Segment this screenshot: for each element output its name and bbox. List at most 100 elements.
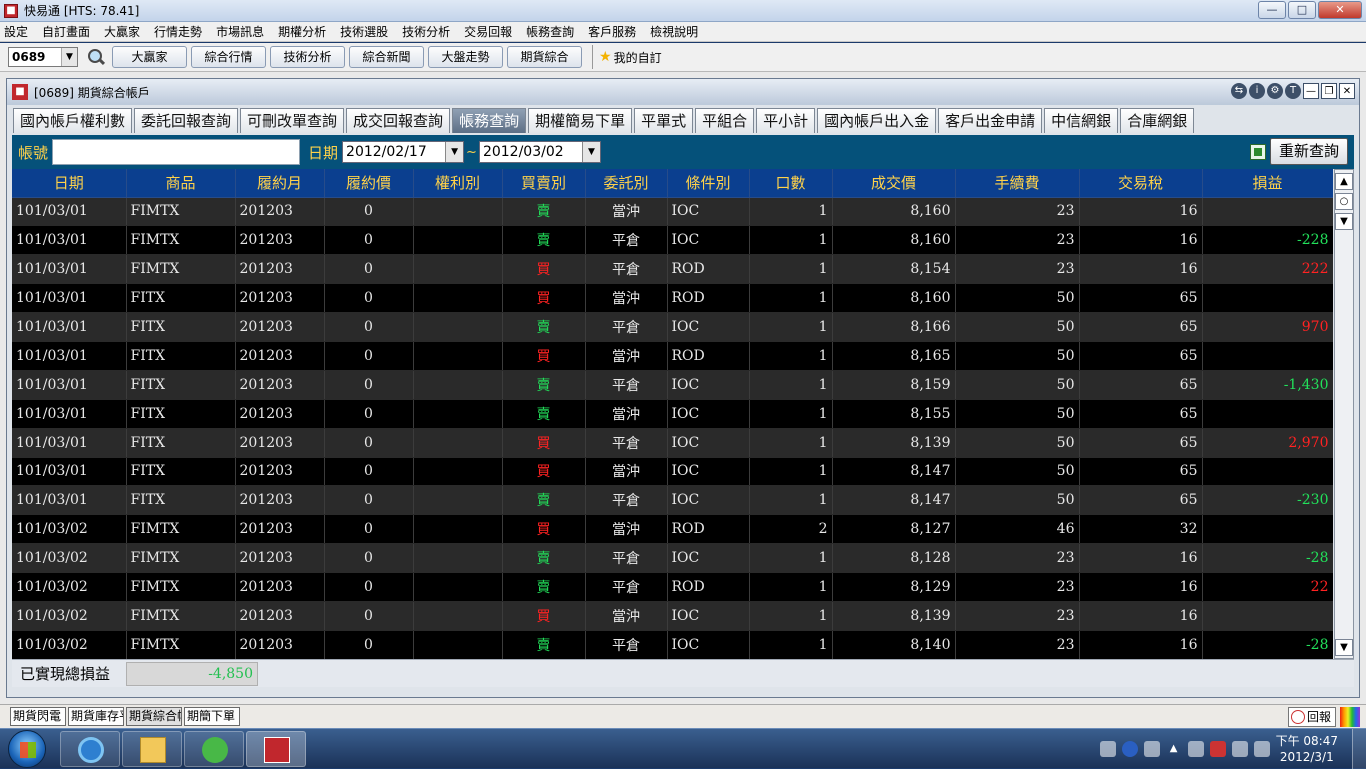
menu-item-5[interactable]: 期權分析 <box>278 23 326 40</box>
tab-6[interactable]: 平單式 <box>634 108 694 133</box>
taskbar-messenger[interactable] <box>184 731 244 767</box>
signal-icon[interactable] <box>1231 741 1248 757</box>
table-row[interactable]: 101/03/02 FIMTX 201203 0 賣平倉 ROD 1 8,129 23 16 22 <box>12 572 1333 602</box>
column-header-10[interactable]: 手續費 <box>955 169 1080 198</box>
toolbar-button-4[interactable]: 大盤走勢 <box>428 46 503 68</box>
tab-12[interactable]: 合庫網銀 <box>1120 108 1195 133</box>
tab-1[interactable]: 委託回報查詢 <box>134 108 239 133</box>
child-restore-icon[interactable]: ❐ <box>1321 83 1337 99</box>
topmost-icon[interactable]: T <box>1285 83 1301 99</box>
maximize-icon[interactable]: □ <box>1288 1 1316 19</box>
minimize-icon[interactable]: — <box>1258 1 1286 19</box>
volume-icon[interactable] <box>1253 741 1270 757</box>
table-row[interactable]: 101/03/01 FITX 201203 0 買當沖 IOC 1 8,147 50 65 <box>12 457 1333 487</box>
table-row[interactable]: 101/03/02 FIMTX 201203 0 買當沖 ROD 2 8,127 46 32 <box>12 514 1333 545</box>
tab-10[interactable]: 客戶出金申請 <box>938 108 1043 133</box>
column-header-12[interactable]: 損益 <box>1202 169 1333 198</box>
requery-button[interactable]: 重新查詢 <box>1270 138 1348 165</box>
favorites-button[interactable]: ★ 我的自訂 <box>599 49 662 66</box>
date-from-picker[interactable]: 2012/02/17 ▼ <box>342 141 465 163</box>
tab-5[interactable]: 期權簡易下單 <box>528 108 633 133</box>
taskbar-trading-app[interactable] <box>246 731 306 767</box>
column-header-3[interactable]: 履約價 <box>324 169 414 198</box>
settings-icon[interactable]: ⚙ <box>1267 83 1283 99</box>
chevron-down-icon[interactable]: ▼ <box>445 142 464 162</box>
menu-item-6[interactable]: 技術選股 <box>340 23 388 40</box>
column-header-2[interactable]: 履約月 <box>235 169 325 198</box>
menu-item-4[interactable]: 市場訊息 <box>216 23 264 40</box>
chevron-down-icon[interactable]: ▼ <box>581 142 600 162</box>
table-row[interactable]: 101/03/01 FITX 201203 0 買當沖 ROD 1 8,160 50 65 <box>12 283 1333 314</box>
window-tab-3[interactable]: 期簡下單 <box>184 707 240 726</box>
tab-11[interactable]: 中信網銀 <box>1044 108 1119 133</box>
taskbar-explorer[interactable] <box>122 731 182 767</box>
keyboard-icon[interactable] <box>1099 741 1116 757</box>
close-icon[interactable]: ✕ <box>1318 1 1362 19</box>
page-down-icon[interactable]: ▼ <box>1335 213 1353 230</box>
window-tab-2[interactable]: 期貨綜合帳戶 <box>126 707 182 726</box>
info-icon[interactable]: i <box>1249 83 1265 99</box>
ledger-table[interactable]: 日期 商品 履約月 履約價 權利別 買賣別 委託別 條件別 口數 成交價 手續費 交易稅 損益 101/… <box>12 169 1333 659</box>
window-tab-1[interactable]: 期貨庫存平倉 <box>68 707 124 726</box>
table-row[interactable]: 101/03/02 FIMTX 201203 0 賣平倉 IOC 1 8,140 23 16 -28 <box>12 630 1333 659</box>
table-row[interactable]: 101/03/01 FITX 201203 0 賣平倉 IOC 1 8,147 50 65 -230 <box>12 485 1333 516</box>
child-titlebar[interactable]: ■ [0689] 期貨綜合帳戶 ⇆ i ⚙ T — ❐ ✕ <box>7 79 1359 105</box>
language-icon[interactable] <box>1143 741 1160 757</box>
column-header-0[interactable]: 日期 <box>12 169 127 198</box>
scroll-thumb-icon[interactable]: ○ <box>1335 193 1353 210</box>
child-minimize-icon[interactable]: — <box>1303 83 1319 99</box>
table-row[interactable]: 101/03/01 FIMTX 201203 0 賣當沖 IOC 1 8,160 23 16 <box>12 197 1333 227</box>
menu-item-7[interactable]: 技術分析 <box>402 23 450 40</box>
menu-item-11[interactable]: 檢視說明 <box>650 23 698 40</box>
toolbar-button-5[interactable]: 期貨綜合 <box>507 46 582 68</box>
help-icon[interactable] <box>1121 741 1138 757</box>
table-row[interactable]: 101/03/02 FIMTX 201203 0 買當沖 IOC 1 8,139 23 16 <box>12 601 1333 631</box>
column-header-7[interactable]: 條件別 <box>667 169 750 198</box>
column-header-9[interactable]: 成交價 <box>832 169 956 198</box>
export-excel-icon[interactable] <box>1250 144 1266 160</box>
toolbar-button-2[interactable]: 技術分析 <box>270 46 345 68</box>
menu-item-8[interactable]: 交易回報 <box>464 23 512 40</box>
system-clock[interactable]: 下午 08:47 2012/3/1 <box>1276 733 1338 765</box>
tab-7[interactable]: 平組合 <box>695 108 755 133</box>
child-close-icon[interactable]: ✕ <box>1339 83 1355 99</box>
stock-code-combo[interactable]: 0689 ▼ <box>8 47 78 67</box>
table-row[interactable]: 101/03/01 FITX 201203 0 買平倉 IOC 1 8,139 50 65 2,97… <box>12 428 1333 458</box>
toolbar-button-3[interactable]: 綜合新聞 <box>349 46 424 68</box>
window-titlebar[interactable]: ■ 快易通 [HTS: 78.41] — □ ✕ <box>0 0 1366 22</box>
menu-item-9[interactable]: 帳務查詢 <box>526 23 574 40</box>
start-button[interactable] <box>8 730 46 768</box>
table-row[interactable]: 101/03/01 FIMTX 201203 0 賣平倉 IOC 1 8,160 23 16 -22… <box>12 225 1333 256</box>
tab-2[interactable]: 可刪改單查詢 <box>240 108 345 133</box>
menu-item-0[interactable]: 設定 <box>4 23 28 40</box>
chevron-down-icon[interactable]: ▼ <box>61 48 77 66</box>
toolbar-button-1[interactable]: 綜合行情 <box>191 46 266 68</box>
window-tab-0[interactable]: 期貨閃電 <box>10 707 66 726</box>
report-button[interactable]: 回報 <box>1287 707 1336 727</box>
table-row[interactable]: 101/03/02 FIMTX 201203 0 賣平倉 IOC 1 8,128 23 16 -28 <box>12 543 1333 574</box>
column-header-5[interactable]: 買賣別 <box>502 169 586 198</box>
show-hidden-icon[interactable]: ▲ <box>1166 741 1182 757</box>
menu-item-3[interactable]: 行情走勢 <box>154 23 202 40</box>
menu-item-1[interactable]: 自訂畫面 <box>42 23 90 40</box>
network-icon[interactable] <box>1187 741 1204 757</box>
tab-4[interactable]: 帳務查詢 <box>452 108 527 133</box>
table-row[interactable]: 101/03/01 FITX 201203 0 賣平倉 IOC 1 8,159 50 65 -1,4… <box>12 370 1333 400</box>
menu-item-2[interactable]: 大贏家 <box>104 23 140 40</box>
column-header-11[interactable]: 交易稅 <box>1079 169 1203 198</box>
date-to-picker[interactable]: 2012/03/02 ▼ <box>478 141 601 163</box>
table-row[interactable]: 101/03/01 FITX 201203 0 買當沖 ROD 1 8,165 50 65 <box>12 341 1333 371</box>
tab-8[interactable]: 平小計 <box>756 108 816 133</box>
link-icon[interactable]: ⇆ <box>1231 83 1247 99</box>
toolbar-button-0[interactable]: 大贏家 <box>112 46 187 68</box>
table-row[interactable]: 101/03/01 FIMTX 201203 0 買平倉 ROD 1 8,154 23 16 222 <box>12 254 1333 285</box>
tab-9[interactable]: 國內帳戶出入金 <box>817 108 937 133</box>
column-header-4[interactable]: 權利別 <box>413 169 503 198</box>
show-desktop-button[interactable] <box>1352 729 1366 769</box>
table-row[interactable]: 101/03/01 FITX 201203 0 賣平倉 IOC 1 8,166 50 65 970 <box>12 312 1333 342</box>
tab-0[interactable]: 國內帳戶權利數 <box>13 108 133 133</box>
security-icon[interactable] <box>1209 741 1226 757</box>
column-header-6[interactable]: 委託別 <box>585 169 668 198</box>
scroll-down-icon[interactable]: ▼ <box>1335 639 1353 656</box>
taskbar-ie[interactable] <box>60 731 120 767</box>
